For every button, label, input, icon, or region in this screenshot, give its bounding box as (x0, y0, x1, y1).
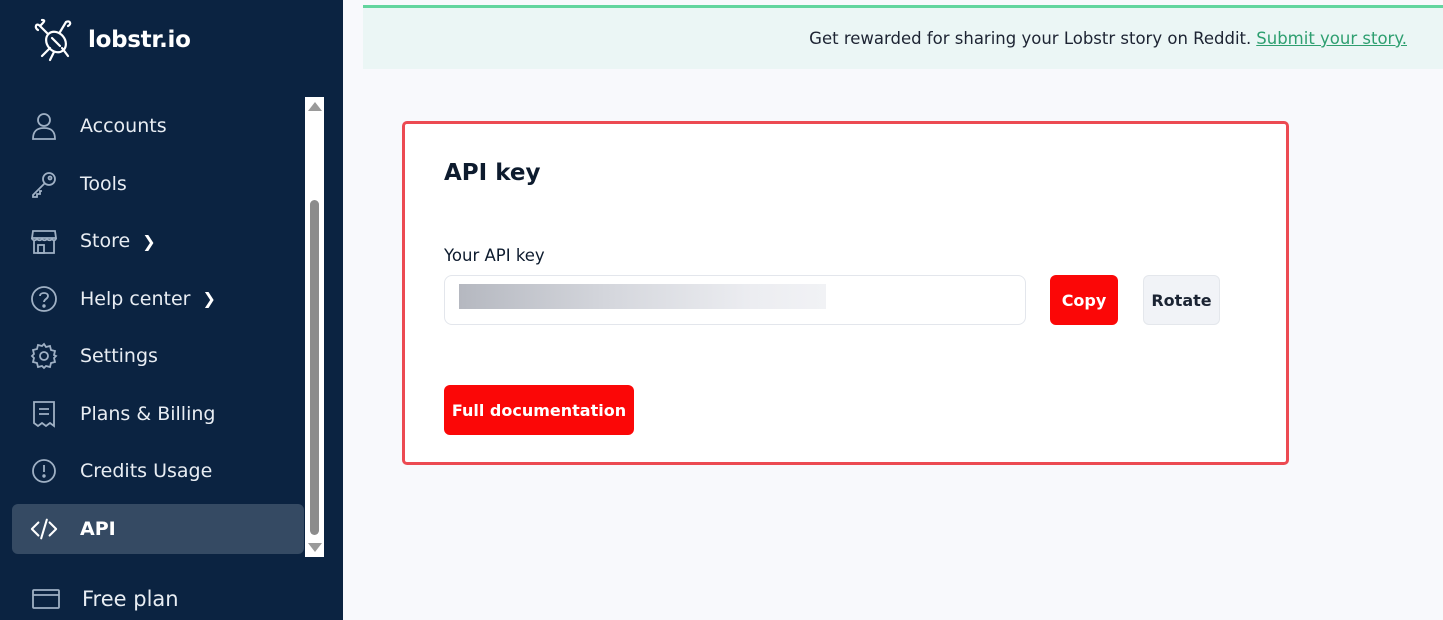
api-key-label: Your API key (444, 246, 545, 265)
scroll-down-arrow-icon[interactable] (308, 543, 322, 552)
api-key-redacted-value (459, 284, 826, 309)
sidebar-item-label: Tools (80, 172, 127, 195)
card-title: API key (444, 160, 541, 186)
sidebar-item-label: Help center (80, 287, 191, 310)
sidebar-scrollbar[interactable] (305, 97, 324, 557)
sidebar-nav: Accounts Tools Store ❯ Help center ❯ Set… (12, 101, 304, 561)
store-icon (30, 227, 58, 255)
sidebar-item-store[interactable]: Store ❯ (12, 216, 304, 266)
rotate-button[interactable]: Rotate (1143, 275, 1220, 325)
sidebar-item-settings[interactable]: Settings (12, 331, 304, 381)
submit-story-link[interactable]: Submit your story. (1256, 29, 1407, 48)
sidebar: lobstr.io Accounts Tools Store ❯ Help ce… (0, 0, 343, 620)
scroll-up-arrow-icon[interactable] (308, 102, 322, 111)
sidebar-item-api[interactable]: API (12, 503, 304, 554)
scroll-thumb[interactable] (310, 200, 319, 535)
sidebar-item-help-center[interactable]: Help center ❯ (12, 274, 304, 324)
sidebar-item-label: API (80, 517, 116, 540)
api-key-field[interactable] (444, 275, 1026, 325)
gear-icon (30, 342, 58, 370)
sidebar-item-tools[interactable]: Tools (12, 159, 304, 209)
promo-banner: Get rewarded for sharing your Lobstr sto… (363, 5, 1443, 69)
sidebar-item-label: Settings (80, 345, 158, 367)
sidebar-item-credits-usage[interactable]: Credits Usage (12, 446, 304, 496)
brand-name: lobstr.io (88, 27, 191, 53)
sidebar-plan[interactable]: Free plan (32, 585, 179, 613)
plan-label: Free plan (82, 587, 179, 611)
copy-button[interactable]: Copy (1050, 275, 1118, 325)
lobster-icon (30, 16, 78, 64)
user-icon (30, 112, 58, 140)
sidebar-item-label: Accounts (80, 115, 167, 137)
help-icon (30, 285, 58, 313)
sidebar-item-plans-billing[interactable]: Plans & Billing (12, 389, 304, 439)
receipt-icon (30, 400, 58, 428)
chevron-right-icon: ❯ (142, 231, 156, 251)
sidebar-item-label: Store (80, 230, 131, 252)
sidebar-item-label: Credits Usage (80, 460, 213, 482)
chevron-right-icon: ❯ (202, 289, 216, 308)
credit-card-icon (32, 585, 60, 613)
full-documentation-button[interactable]: Full documentation (444, 385, 634, 435)
code-icon (30, 515, 58, 543)
sidebar-item-accounts[interactable]: Accounts (12, 101, 304, 151)
alert-circle-icon (30, 457, 58, 485)
sidebar-item-label: Plans & Billing (80, 402, 216, 425)
key-icon (30, 170, 58, 198)
banner-text: Get rewarded for sharing your Lobstr sto… (809, 29, 1252, 48)
api-key-card: API key Your API key Copy Rotate Full do… (402, 121, 1289, 465)
brand[interactable]: lobstr.io (30, 16, 191, 64)
